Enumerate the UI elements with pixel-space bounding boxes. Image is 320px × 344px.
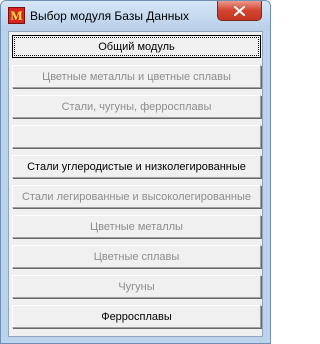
app-icon[interactable]: M — [8, 7, 25, 24]
module-button-carbon-steels[interactable]: Стали углеродистые и низколегированные — [12, 155, 261, 178]
module-button-ferroalloys[interactable]: Ферросплавы — [12, 305, 261, 328]
title-bar[interactable]: M Выбор модуля Базы Данных — [1, 1, 270, 31]
module-button-nonferrous-alloys[interactable]: Цветные сплавы — [12, 245, 261, 268]
module-button-nonferrous-metals[interactable]: Цветные металлы — [12, 215, 261, 238]
module-button-cast-irons[interactable]: Чугуны — [12, 275, 261, 298]
dialog-window: M Выбор модуля Базы Данных Общий модуль … — [0, 0, 271, 344]
module-button-steels-irons[interactable]: Стали, чугуны, ферросплавы — [12, 95, 261, 118]
module-list-panel: Общий модуль Цветные металлы и цветные с… — [8, 31, 263, 337]
module-button-alloy-steels[interactable]: Стали легированные и высоколегированные — [12, 185, 261, 208]
window-title: Выбор модуля Базы Данных — [30, 9, 189, 23]
close-icon — [234, 5, 245, 16]
close-button[interactable] — [217, 1, 262, 21]
app-icon-letter: M — [10, 8, 23, 23]
module-button-general[interactable]: Общий модуль — [12, 35, 261, 58]
module-button-empty[interactable] — [12, 125, 261, 148]
module-button-nonferrous-all[interactable]: Цветные металлы и цветные сплавы — [12, 65, 261, 88]
